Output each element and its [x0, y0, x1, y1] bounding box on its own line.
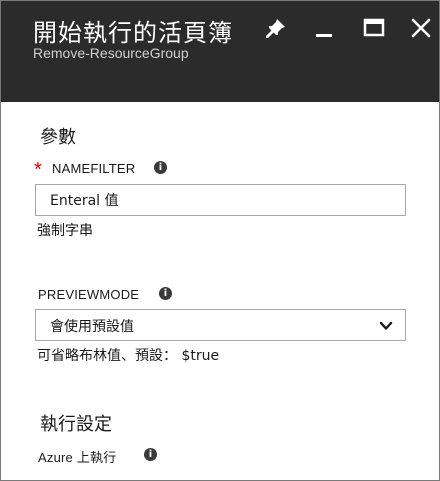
blade-title: 開始執行的活頁簿	[33, 19, 233, 47]
blade-header: 開始執行的活頁簿 Remove-ResourceGroup	[1, 1, 439, 102]
namefilter-helper-text: 強制字串	[37, 223, 93, 239]
pin-button[interactable]	[263, 15, 289, 41]
blade-subtitle: Remove-ResourceGroup	[33, 45, 189, 61]
previewmode-selected-value: 會使用預設值	[50, 319, 134, 335]
previewmode-info-icon[interactable]: i	[159, 287, 172, 300]
maximize-button[interactable]	[361, 15, 387, 41]
previewmode-helper-text: 可省略布林值、預設： $true	[37, 348, 220, 364]
run-on-info-icon[interactable]: i	[144, 448, 157, 461]
run-settings-section-title: 執行設定	[40, 414, 112, 435]
required-marker: *	[34, 159, 42, 181]
pin-icon	[266, 19, 285, 38]
minimize-button[interactable]	[311, 15, 337, 41]
maximize-icon	[363, 18, 385, 37]
close-icon	[411, 18, 431, 38]
blade-window: 開始執行的活頁簿 Remove-ResourceGroup 參數 * NAMEF…	[0, 0, 440, 481]
parameters-section-title: 參數	[40, 127, 76, 148]
run-on-label: Azure 上執行	[38, 450, 117, 465]
namefilter-input[interactable]	[35, 184, 406, 216]
close-button[interactable]	[408, 15, 434, 41]
chevron-down-icon	[379, 321, 393, 330]
namefilter-label: NAMEFILTER	[52, 161, 136, 176]
minimize-icon	[316, 34, 332, 37]
previewmode-dropdown[interactable]: 會使用預設值	[35, 309, 406, 341]
previewmode-label: PREVIEWMODE	[38, 287, 140, 302]
namefilter-info-icon[interactable]: i	[154, 161, 167, 174]
blade-content: 參數 * NAMEFILTER i 強制字串 PREVIEWMODE i 會使用…	[1, 102, 439, 480]
